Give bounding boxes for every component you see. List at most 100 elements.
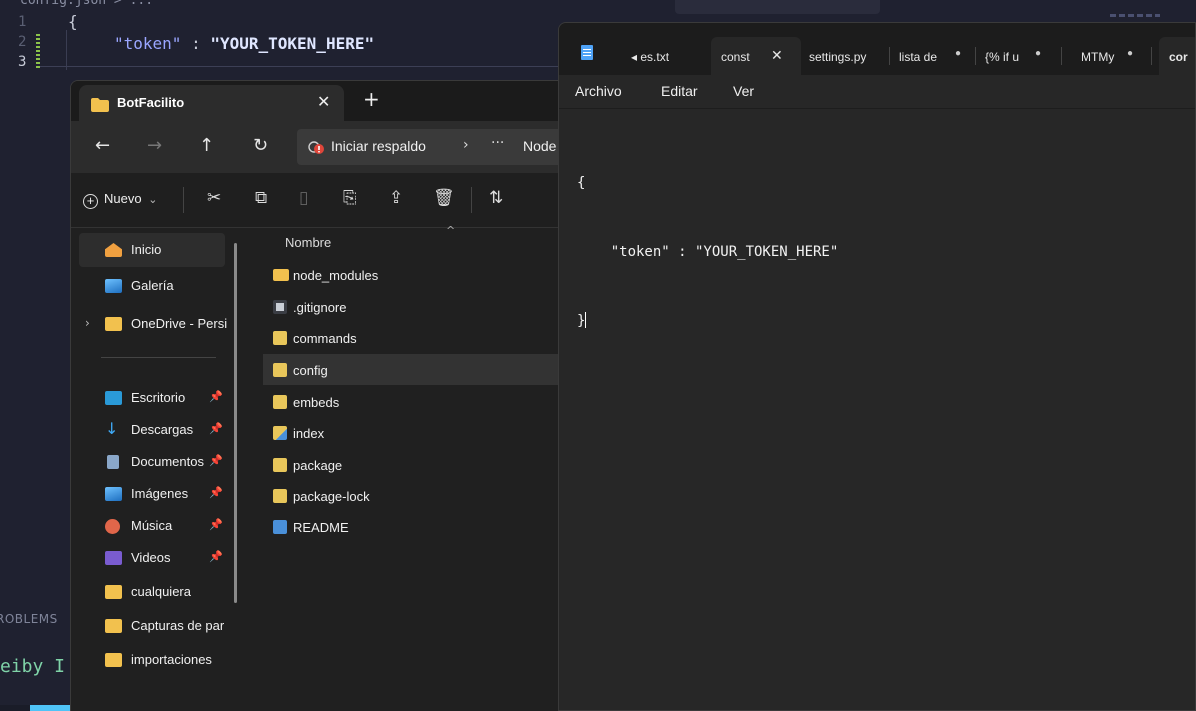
- file-row-gitignore[interactable]: .gitignore: [263, 291, 569, 322]
- notepad-text-area[interactable]: { "token" : "YOUR_TOKEN_HERE" }: [559, 110, 1195, 710]
- sidebar-item-label: Documentos: [131, 454, 204, 469]
- pin-icon[interactable]: 📌: [209, 550, 223, 563]
- back-arrow-icon[interactable]: ←: [95, 135, 110, 156]
- desktop-icon: [105, 391, 122, 405]
- tab-const[interactable]: const ✕: [711, 37, 801, 75]
- sidebar-item-documentos[interactable]: Documentos 📌: [79, 445, 225, 479]
- forward-arrow-icon[interactable]: →: [147, 135, 162, 156]
- sidebar-item-inicio[interactable]: Inicio: [79, 233, 225, 267]
- delete-icon[interactable]: 🗑: [433, 188, 455, 208]
- file-row-commands[interactable]: commands: [263, 322, 569, 353]
- editor-breadcrumb[interactable]: config.json > ...: [20, 0, 153, 8]
- video-icon: [105, 551, 122, 565]
- sidebar-item-musica[interactable]: Música 📌: [79, 509, 225, 543]
- folder-icon: [105, 317, 122, 331]
- tab-settings-py[interactable]: settings.py: [809, 37, 889, 75]
- menu-archivo[interactable]: Archivo: [575, 83, 622, 99]
- tab-lista-de[interactable]: lista de ●: [895, 37, 975, 75]
- address-current[interactable]: Node: [523, 138, 556, 154]
- chevron-right-icon: ›: [463, 137, 469, 153]
- command-center[interactable]: [675, 0, 880, 14]
- line-number-gutter: 1 2 3: [0, 12, 40, 72]
- minimap[interactable]: [1110, 14, 1160, 17]
- pin-icon[interactable]: 📌: [209, 518, 223, 531]
- sidebar-item-onedrive[interactable]: › OneDrive - Persi: [79, 307, 227, 341]
- tab-if-u[interactable]: {% if u ●: [981, 37, 1061, 75]
- chevron-right-icon[interactable]: ›: [85, 316, 90, 330]
- current-line-highlight: [40, 66, 600, 67]
- file-row-embeds[interactable]: embeds: [263, 386, 569, 417]
- text-line-last: }: [577, 310, 838, 333]
- refresh-icon[interactable]: ↻: [253, 135, 268, 156]
- file-row-package[interactable]: package: [263, 449, 569, 480]
- notepad-menubar: Archivo Editar Ver: [559, 75, 1195, 109]
- close-tab-icon[interactable]: ✕: [771, 47, 783, 64]
- more-path-icon[interactable]: ···: [491, 135, 504, 151]
- document-content: { "token" : "YOUR_TOKEN_HERE" }: [577, 126, 838, 379]
- pin-icon[interactable]: 📌: [209, 454, 223, 467]
- address-root[interactable]: Iniciar respaldo: [331, 138, 426, 154]
- json-file-icon: [273, 489, 287, 503]
- cut-icon[interactable]: ✂: [207, 188, 221, 208]
- explorer-tab[interactable]: BotFacilito ✕: [79, 85, 344, 121]
- file-row-node-modules[interactable]: node_modules: [263, 259, 569, 290]
- sidebar-item-label: Música: [131, 518, 173, 533]
- paste-icon[interactable]: ▯: [299, 188, 308, 208]
- status-remote-indicator[interactable]: [30, 705, 70, 711]
- new-button[interactable]: + Nuevo ⌄: [83, 191, 157, 209]
- sidebar-item-escritorio[interactable]: Escritorio 📌: [79, 381, 225, 415]
- git-change-indicator[interactable]: [36, 34, 40, 68]
- file-row-readme[interactable]: README: [263, 511, 569, 542]
- column-header-name[interactable]: Nombre: [285, 235, 331, 250]
- unsaved-dot-icon: ●: [1035, 48, 1042, 59]
- rename-icon[interactable]: ⎘: [343, 188, 357, 208]
- line-number: 3: [18, 54, 27, 70]
- address-bar[interactable]: Iniciar respaldo › ··· Node: [297, 129, 569, 165]
- json-file-icon: [273, 331, 287, 345]
- sidebar-item-imagenes[interactable]: Imágenes 📌: [79, 477, 225, 511]
- pin-icon[interactable]: 📌: [209, 422, 223, 435]
- tab-label: const: [721, 50, 750, 64]
- tab-label: settings.py: [809, 50, 867, 64]
- sidebar-item-label: Videos: [131, 550, 171, 565]
- file-row-index[interactable]: index: [263, 417, 569, 448]
- text-line: "token" : "YOUR_TOKEN_HERE": [577, 244, 839, 260]
- tab-mtmy[interactable]: MTMy ●: [1067, 37, 1147, 75]
- code-open-brace: {: [68, 12, 78, 31]
- share-icon[interactable]: ⇪: [389, 188, 403, 208]
- code-area[interactable]: { "token" : "YOUR_TOKEN_HERE": [68, 12, 374, 58]
- file-row-package-lock[interactable]: package-lock: [263, 480, 569, 511]
- sort-icon[interactable]: ⇅: [489, 188, 503, 208]
- tab-cor[interactable]: cor: [1159, 37, 1195, 75]
- unsaved-dot-icon: ●: [955, 48, 962, 59]
- terminal-prompt: eiby I: [0, 656, 66, 677]
- copy-icon[interactable]: ⧉: [255, 188, 267, 208]
- close-tab-icon[interactable]: ✕: [317, 92, 330, 111]
- notepad-tabbar: ◂ es.txt const ✕ settings.py lista de ● …: [559, 23, 1195, 75]
- backup-cloud-icon: [308, 141, 324, 154]
- up-arrow-icon[interactable]: ↑: [199, 135, 214, 156]
- tab-label: cor: [1169, 50, 1188, 64]
- sidebar-item-descargas[interactable]: ↓ Descargas 📌: [79, 413, 225, 447]
- text-caret: [585, 312, 587, 328]
- pin-icon[interactable]: 📌: [209, 486, 223, 499]
- tab-es-txt[interactable]: ◂ es.txt: [627, 37, 707, 75]
- gallery-icon: [105, 279, 122, 293]
- sidebar-scrollbar[interactable]: [234, 243, 237, 603]
- new-tab-icon[interactable]: +: [363, 87, 380, 111]
- sidebar-item-cualquiera[interactable]: cualquiera: [79, 575, 225, 609]
- menu-ver[interactable]: Ver: [733, 83, 754, 99]
- sidebar-item-capturas[interactable]: Capturas de par: [79, 609, 225, 643]
- sidebar-item-importaciones[interactable]: importaciones: [79, 643, 225, 677]
- download-icon: ↓: [105, 419, 119, 438]
- file-row-config[interactable]: config: [263, 354, 569, 385]
- tab-label: MTMy: [1081, 50, 1115, 64]
- navigation-pane: Inicio Galería › OneDrive - Persi Escrit…: [71, 229, 241, 711]
- panel-tab-problems[interactable]: ROBLEMS: [0, 612, 58, 626]
- sidebar-item-galeria[interactable]: Galería: [79, 269, 225, 303]
- menu-editar[interactable]: Editar: [661, 83, 698, 99]
- tab-separator: [1061, 47, 1062, 65]
- sidebar-item-videos[interactable]: Videos 📌: [79, 541, 225, 575]
- pin-icon[interactable]: 📌: [209, 390, 223, 403]
- pictures-icon: [105, 487, 122, 501]
